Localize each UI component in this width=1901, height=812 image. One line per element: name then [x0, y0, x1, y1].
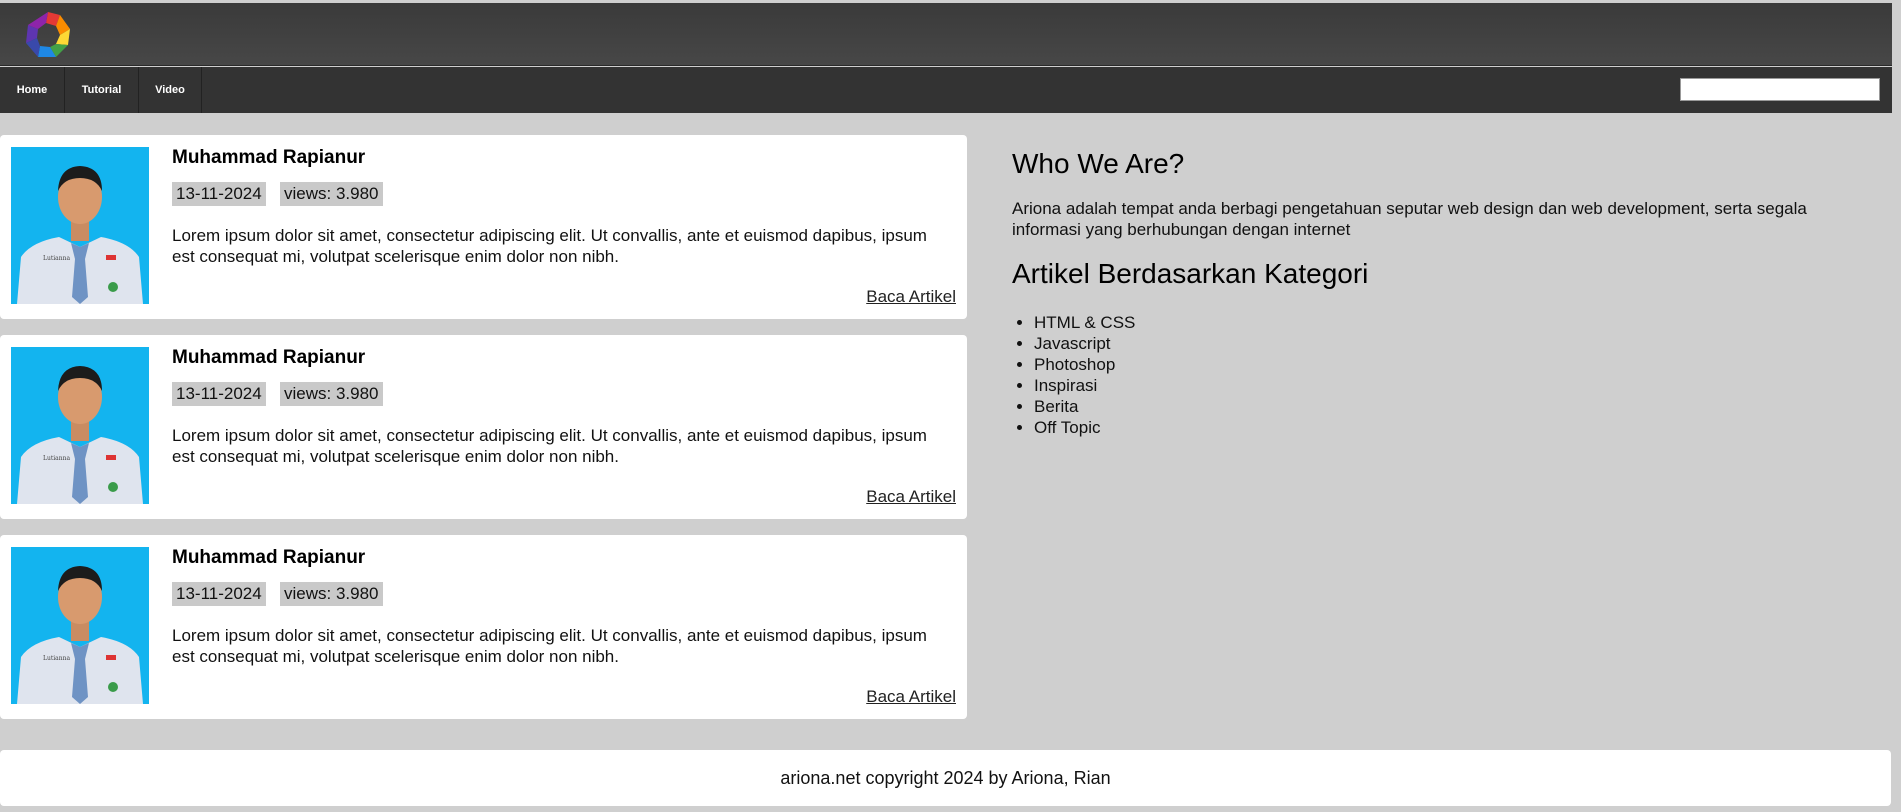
article-date-badge: 13-11-2024 [172, 182, 266, 206]
article-author: Muhammad Rapianur [172, 147, 366, 168]
category-item[interactable]: Inspirasi [1034, 375, 1872, 396]
nav-item-label: Tutorial [81, 84, 122, 96]
hexagon-swirl-logo-icon[interactable] [22, 9, 74, 61]
category-item[interactable]: HTML & CSS [1034, 312, 1872, 333]
read-article-link[interactable]: Baca Artikel [866, 687, 956, 707]
about-text: Ariona adalah tempat anda berbagi penget… [1012, 199, 1807, 239]
sidebar: Who We Are? Ariona adalah tempat anda be… [1012, 148, 1872, 438]
category-list: HTML & CSS Javascript Photoshop Inspiras… [1034, 312, 1872, 438]
categories-heading: Artikel Berdasarkan Kategori [1012, 258, 1369, 289]
nav-item-home[interactable]: Home [0, 67, 65, 113]
svg-text:Lutianna: Lutianna [43, 255, 70, 262]
article-views-badge: views: 3.980 [280, 582, 383, 606]
author-photo: Lutianna [11, 547, 149, 704]
article-card: Lutianna Muhammad Rapianur 13-11-2024 vi… [0, 335, 967, 519]
article-excerpt: Lorem ipsum dolor sit amet, consectetur … [172, 626, 927, 666]
nav-item-video[interactable]: Video [139, 67, 202, 113]
author-photo: Lutianna [11, 347, 149, 504]
article-date-badge: 13-11-2024 [172, 582, 266, 606]
article-author: Muhammad Rapianur [172, 347, 366, 368]
nav-item-label: Home [16, 84, 48, 96]
read-article-link[interactable]: Baca Artikel [866, 287, 956, 307]
about-heading: Who We Are? [1012, 148, 1185, 179]
nav-item-tutorial[interactable]: Tutorial [65, 67, 139, 113]
article-excerpt: Lorem ipsum dolor sit amet, consectetur … [172, 426, 927, 466]
nav-item-label: Video [155, 84, 185, 96]
category-item[interactable]: Javascript [1034, 333, 1872, 354]
main-nav: Home Tutorial Video [0, 67, 1892, 113]
footer-copyright: ariona.net copyright 2024 by Ariona, Ria… [780, 767, 1111, 788]
site-header [0, 3, 1892, 66]
article-author: Muhammad Rapianur [172, 547, 366, 568]
article-card: Lutianna Muhammad Rapianur 13-11-2024 vi… [0, 535, 967, 719]
search-input[interactable] [1680, 78, 1880, 101]
svg-text:Lutianna: Lutianna [43, 455, 70, 462]
article-excerpt: Lorem ipsum dolor sit amet, consectetur … [172, 226, 927, 266]
article-views-badge: views: 3.980 [280, 382, 383, 406]
svg-text:Lutianna: Lutianna [43, 655, 70, 662]
author-photo: Lutianna [11, 147, 149, 304]
article-views-badge: views: 3.980 [280, 182, 383, 206]
site-footer: ariona.net copyright 2024 by Ariona, Ria… [0, 750, 1891, 806]
article-date-badge: 13-11-2024 [172, 382, 266, 406]
category-item[interactable]: Off Topic [1034, 417, 1872, 438]
article-card: Lutianna Muhammad Rapianur 13-11-2024 vi… [0, 135, 967, 319]
category-item[interactable]: Photoshop [1034, 354, 1872, 375]
read-article-link[interactable]: Baca Artikel [866, 487, 956, 507]
category-item[interactable]: Berita [1034, 396, 1872, 417]
